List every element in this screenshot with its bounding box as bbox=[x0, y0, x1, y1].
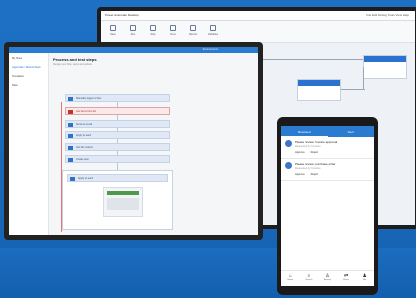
nav-flows[interactable]: ⇄ Flows bbox=[337, 271, 356, 286]
page-title: Process and test steps bbox=[53, 57, 97, 62]
flow-step[interactable]: Send an email bbox=[65, 120, 170, 128]
mail-icon bbox=[68, 122, 73, 127]
file-icon bbox=[68, 145, 73, 150]
nav-item-my-flows[interactable]: My flows bbox=[12, 57, 45, 60]
approval-card[interactable]: Please review: purchase order Requested … bbox=[281, 159, 374, 181]
bottom-nav: ⌂ Home ⌕ Search ♙ Activity ⇄ Flows ♟ Me bbox=[281, 270, 374, 286]
card-subtitle: Requested by Contoso bbox=[295, 145, 321, 148]
flow-step[interactable]: Create item bbox=[65, 155, 170, 163]
window-titlebar: Power Automate Desktop File Edit Debug T… bbox=[101, 11, 415, 21]
stop-icon bbox=[150, 25, 156, 31]
nav-item-data[interactable]: Data bbox=[12, 84, 45, 87]
approve-button[interactable]: Approve bbox=[295, 151, 305, 154]
nav-activity[interactable]: ♙ Activity bbox=[318, 271, 337, 286]
approval-tabs: Received Sent bbox=[281, 126, 374, 137]
tab-received[interactable]: Received bbox=[281, 126, 328, 137]
window-menu[interactable]: File Edit Debug Tools View Help bbox=[366, 13, 409, 17]
record-icon bbox=[190, 25, 196, 31]
flow-step[interactable]: Apply to each bbox=[65, 131, 170, 139]
left-nav: My flows Approvals / Recent flows Templa… bbox=[9, 53, 49, 235]
loop-icon bbox=[70, 176, 75, 181]
save-icon bbox=[110, 25, 116, 31]
page-subtitle: Design your flow, steps and actions bbox=[53, 63, 93, 66]
approve-button[interactable]: Approve bbox=[295, 173, 305, 176]
apply-to-each-container: Apply to each bbox=[62, 170, 173, 230]
ribbon-toolbar: Save Run Stop Next Record Variables bbox=[101, 21, 415, 43]
flow-step[interactable]: Get file content bbox=[65, 143, 170, 151]
ribbon-save-button[interactable]: Save bbox=[107, 25, 119, 38]
ribbon-stop-button[interactable]: Stop bbox=[147, 25, 159, 38]
ribbon-variables-button[interactable]: Variables bbox=[207, 25, 219, 38]
connector-line bbox=[363, 67, 364, 89]
avatar bbox=[285, 140, 292, 147]
reject-button[interactable]: Reject bbox=[311, 151, 318, 154]
connector-line bbox=[341, 89, 365, 90]
connector-line bbox=[261, 59, 363, 60]
flow-node[interactable] bbox=[363, 55, 407, 79]
loop-icon bbox=[68, 133, 73, 138]
ribbon-record-button[interactable]: Record bbox=[187, 25, 199, 38]
web-app-window: Environments My flows Approvals / Recent… bbox=[9, 47, 258, 235]
ribbon-run-button[interactable]: Run bbox=[127, 25, 139, 38]
preview-thumbnail bbox=[103, 187, 143, 217]
nav-item-templates[interactable]: Templates bbox=[12, 75, 45, 78]
nav-item-approvals[interactable]: Approvals / Recent flows bbox=[12, 66, 45, 69]
nav-search[interactable]: ⌕ Search bbox=[300, 271, 319, 286]
nav-home[interactable]: ⌂ Home bbox=[281, 271, 300, 286]
flow-step[interactable]: Manually trigger a flow bbox=[65, 94, 170, 102]
mobile-app-screen: Received Sent Please review: Invoice app… bbox=[281, 126, 374, 286]
flow-node[interactable] bbox=[297, 79, 341, 101]
window-title: Power Automate Desktop bbox=[105, 13, 139, 17]
mobile-phone: Received Sent Please review: Invoice app… bbox=[277, 117, 378, 295]
avatar bbox=[285, 162, 292, 169]
environment-label[interactable]: Environments bbox=[203, 48, 218, 51]
flow-step[interactable]: Apply to each bbox=[67, 174, 168, 182]
ribbon-next-button[interactable]: Next bbox=[167, 25, 179, 38]
error-icon bbox=[68, 109, 73, 114]
tab-sent[interactable]: Sent bbox=[328, 126, 375, 137]
run-icon bbox=[130, 25, 136, 31]
flow-step-error[interactable]: Get items from list bbox=[65, 107, 170, 115]
nav-me[interactable]: ♟ Me bbox=[355, 271, 374, 286]
list-icon bbox=[68, 157, 73, 162]
trigger-icon bbox=[68, 96, 73, 101]
card-title: Please review: Invoice approval bbox=[295, 140, 338, 144]
next-icon bbox=[170, 25, 176, 31]
laptop-screen: Environments My flows Approvals / Recent… bbox=[4, 42, 263, 240]
reject-button[interactable]: Reject bbox=[311, 173, 318, 176]
variables-icon bbox=[210, 25, 216, 31]
approval-card[interactable]: Please review: Invoice approval Requeste… bbox=[281, 137, 374, 159]
card-subtitle: Requested by Contoso bbox=[295, 167, 321, 170]
card-title: Please review: purchase order bbox=[295, 162, 336, 166]
